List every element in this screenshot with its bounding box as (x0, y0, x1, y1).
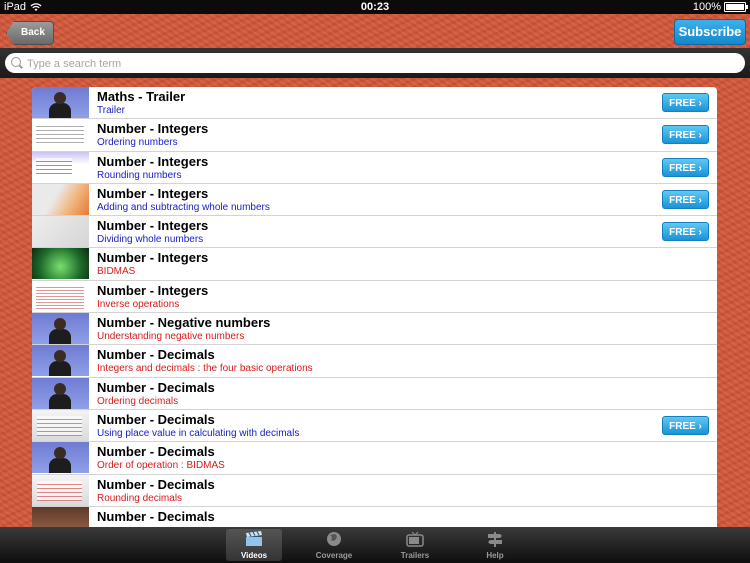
chevron-right-icon: › (695, 130, 702, 142)
video-thumbnail (32, 216, 89, 248)
nav-bar: Back Subscribe (0, 14, 750, 48)
list-item[interactable]: Number - Decimals Integers and decimals :… (32, 345, 717, 378)
free-label: FREE (669, 420, 696, 432)
chevron-right-icon: › (695, 420, 702, 432)
tab-coverage[interactable]: Coverage (306, 529, 362, 561)
list-item[interactable]: Number - Decimals (32, 506, 717, 527)
globe-icon (327, 532, 341, 546)
video-thumbnail (32, 377, 89, 409)
search-bar (0, 48, 750, 78)
video-title: Maths - Trailer (97, 89, 186, 104)
free-label: FREE (669, 162, 696, 174)
video-thumbnail (32, 119, 89, 151)
video-title: Number - Integers (97, 282, 209, 298)
video-subtitle: Rounding numbers (97, 169, 182, 181)
video-title: Number - Integers (97, 121, 209, 137)
tab-trailers[interactable]: Trailers (387, 529, 443, 561)
video-title: Number - Integers (97, 250, 209, 266)
video-subtitle: Trailer (97, 105, 125, 116)
tab-label: Coverage (315, 551, 353, 560)
chevron-right-icon: › (695, 227, 702, 239)
video-subtitle: Inverse operations (97, 298, 180, 310)
chevron-right-icon: › (695, 162, 702, 174)
video-subtitle: Ordering decimals (97, 395, 179, 407)
status-time: 00:23 (360, 1, 390, 13)
video-title: Number - Decimals (97, 347, 215, 363)
list-item[interactable]: Number - Integers Rounding numbers FREE › (32, 151, 717, 184)
video-subtitle: Using place value in calculating with de… (97, 427, 300, 439)
list-item[interactable]: Number - Integers Ordering numbers FREE › (32, 119, 717, 152)
video-thumbnail (32, 87, 89, 118)
video-list[interactable]: Maths - Trailer Trailer FREE › Number - Int… (32, 87, 717, 527)
video-subtitle: Integers and decimals : the four basic o… (97, 363, 313, 375)
free-label: FREE (669, 130, 696, 142)
list-item[interactable]: Number - Decimals Rounding decimals (32, 474, 717, 507)
video-thumbnail (32, 506, 89, 527)
battery-percent: 100% (692, 1, 721, 13)
tab-videos[interactable]: Videos (226, 529, 282, 561)
video-subtitle: Order of operation : BIDMAS (97, 460, 225, 472)
video-subtitle: Dividing whole numbers (97, 234, 204, 246)
video-thumbnail (32, 151, 89, 183)
free-button[interactable]: FREE › (662, 222, 709, 242)
back-button[interactable]: Back (6, 21, 54, 45)
tv-icon (406, 531, 424, 547)
search-field[interactable] (5, 53, 745, 73)
subscribe-button[interactable]: Subscribe (674, 19, 746, 45)
video-thumbnail (32, 474, 89, 506)
free-label: FREE (669, 194, 696, 206)
list-item[interactable]: Maths - Trailer Trailer FREE › (32, 87, 717, 120)
search-input[interactable] (25, 55, 729, 73)
tab-label: Help (486, 551, 504, 560)
video-thumbnail (32, 313, 89, 345)
video-thumbnail (32, 442, 89, 474)
list-item[interactable]: Number - Integers Inverse operations (32, 280, 717, 314)
free-button[interactable]: FREE › (662, 157, 709, 177)
video-thumbnail (32, 345, 89, 377)
list-item[interactable]: Number - Integers BIDMAS (32, 248, 717, 281)
clapperboard-icon (246, 531, 262, 546)
video-title: Number - Integers (97, 218, 209, 234)
video-subtitle: Adding and subtracting whole numbers (97, 201, 270, 213)
status-right: 100% (692, 1, 748, 13)
tab-help[interactable]: Help (467, 529, 523, 561)
video-title: Number - Integers (97, 185, 209, 201)
chevron-right-icon: › (695, 194, 702, 206)
list-item[interactable]: Number - Integers Adding and subtracting … (32, 183, 717, 217)
free-button[interactable]: FREE › (662, 189, 709, 209)
status-bar: iPad 00:23 100% (0, 0, 750, 14)
video-thumbnail (32, 280, 89, 312)
list-item[interactable]: Number - Decimals Order of operation : BI… (32, 442, 717, 475)
tab-label: Trailers (400, 551, 430, 560)
video-title: Number - Decimals (97, 476, 215, 492)
video-title: Number - Decimals (97, 379, 215, 395)
tab-label: Videos (240, 551, 268, 560)
video-subtitle: Rounding decimals (97, 492, 183, 504)
free-button[interactable]: FREE › (662, 415, 709, 435)
video-subtitle: BIDMAS (97, 266, 136, 278)
list-item[interactable]: Number - Negative numbers Understanding n… (32, 313, 717, 346)
search-icon (11, 57, 21, 67)
video-subtitle: Understanding negative numbers (97, 331, 245, 343)
video-subtitle: Ordering numbers (97, 137, 178, 149)
video-thumbnail (32, 248, 89, 280)
battery-icon (724, 2, 748, 12)
video-title: Number - Decimals (97, 508, 215, 524)
free-button[interactable]: FREE › (662, 93, 709, 112)
free-label: FREE (669, 98, 696, 109)
video-title: Number - Negative numbers (97, 315, 271, 331)
free-label: FREE (669, 227, 696, 239)
video-title: Number - Integers (97, 153, 209, 169)
free-button[interactable]: FREE › (662, 125, 709, 145)
list-item[interactable]: Number - Decimals Ordering decimals (32, 377, 717, 410)
list-item[interactable]: Number - Decimals Using place value in ca… (32, 409, 717, 443)
chevron-right-icon: › (695, 98, 702, 109)
tab-bar: Videos Coverage Trailers Help (0, 527, 750, 563)
list-item[interactable]: Number - Integers Dividing whole numbers F… (32, 216, 717, 249)
signpost-icon (488, 532, 502, 547)
video-title: Number - Decimals (97, 444, 215, 460)
video-thumbnail (32, 183, 89, 215)
video-thumbnail (32, 409, 89, 441)
video-title: Number - Decimals (97, 411, 215, 427)
